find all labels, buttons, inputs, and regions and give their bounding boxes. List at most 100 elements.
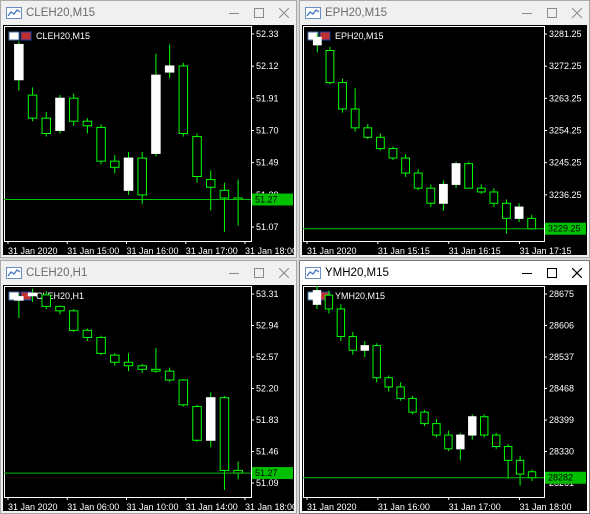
candle-body (27, 292, 38, 297)
close-button[interactable] (564, 1, 589, 25)
chart-area[interactable]: CLEH20,M1552.3352.1251.9151.7051.4951.28… (3, 25, 294, 255)
candle-body (312, 290, 322, 305)
chart-window-icon (6, 6, 22, 20)
candle-body (14, 43, 24, 81)
candle-body (178, 65, 189, 134)
minimize-button[interactable] (514, 1, 539, 25)
candle-body (14, 296, 24, 301)
price-tick-label: 28537 (549, 352, 574, 362)
candle-body (515, 459, 525, 475)
candle-body (324, 294, 334, 310)
window-title: CLEH20,H1 (26, 267, 88, 279)
window-title-bar[interactable]: CLEH20,H1 (1, 261, 296, 285)
maximize-button[interactable] (246, 261, 271, 285)
chart-window-cleh20-h1[interactable]: CLEH20,H1 CLEH20,H1 53.31 52.94 52.57 52.20 5… (0, 260, 297, 514)
candle-body (164, 65, 175, 73)
price-tick-label: 51.70 (256, 126, 279, 136)
chart-window-ymh20-m15[interactable]: YMH20,M15 YMH20,M15 28675 28606 28537 28468 2… (299, 260, 590, 514)
price-tick-label: 3236.25 (549, 190, 582, 200)
candle-body (502, 202, 511, 219)
candlestick-chart[interactable]: EPH20,M15 3281.25 3272.25 3263.25 3254.25 324… (302, 25, 587, 255)
candle-body (110, 354, 120, 363)
candle-body (338, 82, 347, 110)
price-tick-label: 3245.25 (549, 158, 582, 168)
candle-body (96, 126, 106, 162)
candlestick-chart[interactable]: CLEH20,M1552.3352.1251.9151.7051.4951.28… (3, 25, 294, 255)
candlestick-chart[interactable]: YMH20,M15 28675 28606 28537 28468 28399 28330 2… (302, 285, 587, 511)
symbol-label: YMH20,M15 (335, 291, 385, 301)
candle-body (110, 160, 120, 168)
candle-body (480, 416, 489, 436)
candlestick-chart[interactable]: CLEH20,H1 53.3152.9452.5752.2051.8351.465… (3, 285, 294, 511)
price-tick-label: 3263.25 (549, 93, 582, 103)
candle-body (325, 50, 335, 84)
price-tick-label: 28606 (549, 321, 574, 331)
current-price-label: 51.27 (255, 195, 278, 205)
symbol-label: CLEH20,M15 (36, 31, 90, 41)
time-tick-label: 31 Jan 18:00 (245, 246, 294, 255)
candle-body (491, 434, 501, 448)
candle-body (164, 370, 175, 381)
time-tick-label: 31 Jan 15:15 (378, 246, 430, 255)
chart-area[interactable]: EPH20,M15 3281.25 3272.25 3263.25 3254.25 324… (302, 25, 587, 255)
plot-frame (4, 286, 252, 498)
candle-body (439, 183, 448, 204)
close-button[interactable] (271, 1, 296, 25)
minimize-button[interactable] (221, 1, 246, 25)
window-title-bar[interactable]: CLEH20,M15 (1, 1, 296, 25)
candle-body (336, 308, 346, 337)
candle-body (476, 187, 486, 193)
price-tick-label: 28330 (549, 447, 574, 457)
window-title: CLEH20,M15 (26, 7, 96, 19)
time-tick-label: 31 Jan 10:00 (127, 502, 179, 511)
candle-body (350, 108, 360, 129)
price-tick-label: 52.12 (256, 61, 279, 71)
candle-body (408, 397, 417, 413)
chart-window-clEH20-m15[interactable]: CLEH20,M15 CLEH20,M15 52.33 52.12 51.91 51.7… (0, 0, 297, 258)
candle-body (205, 397, 216, 441)
candle-body (420, 411, 429, 425)
candle-body (468, 416, 477, 436)
time-tick-label: 31 Jan 16:15 (449, 246, 501, 255)
price-tick-label: 52.57 (256, 352, 279, 362)
close-button[interactable] (271, 261, 296, 285)
time-tick-label: 31 Jan 2020 (8, 502, 58, 511)
price-tick-label: 51.07 (256, 222, 279, 232)
candle-body (82, 120, 93, 127)
maximize-button[interactable] (246, 1, 271, 25)
candle-body (205, 179, 216, 188)
time-tick-label: 31 Jan 17:15 (520, 246, 572, 255)
flag-icon (8, 31, 20, 41)
maximize-button[interactable] (539, 1, 564, 25)
time-tick-label: 31 Jan 15:00 (67, 246, 119, 255)
window-title-bar[interactable]: YMH20,M15 (300, 261, 589, 285)
price-tick-label: 53.31 (256, 289, 279, 299)
candle-body (82, 329, 93, 338)
close-button[interactable] (564, 261, 589, 285)
candle-body (489, 191, 499, 204)
candle-body (401, 157, 410, 174)
candle-body (41, 117, 52, 135)
current-price-label: 28282 (548, 473, 573, 483)
minimize-button[interactable] (221, 261, 246, 285)
time-tick-label: 31 Jan 2020 (307, 246, 357, 255)
candle-body (312, 36, 322, 46)
window-title-bar[interactable]: EPH20,M15 (300, 1, 589, 25)
candle-body (432, 423, 441, 436)
price-tick-label: 51.46 (256, 447, 279, 457)
price-tick-label: 51.09 (256, 478, 279, 488)
minimize-button[interactable] (514, 261, 539, 285)
time-tick-label: 31 Jan 16:00 (127, 246, 179, 255)
chart-window-eph20-m15[interactable]: EPH20,M15 EPH20,M15 3281.25 3272.25 3263.25… (299, 0, 590, 258)
chart-area[interactable]: CLEH20,H1 53.31 52.94 52.57 52.20 51.83 51.46 5… (3, 285, 294, 511)
chart-window-icon (305, 6, 321, 20)
candle-body (456, 434, 465, 450)
candle-body (363, 127, 373, 138)
time-tick-label: 31 Jan 06:00 (67, 502, 119, 511)
maximize-button[interactable] (539, 261, 564, 285)
candle-body (137, 365, 147, 370)
chart-area[interactable]: YMH20,M15 28675 28606 28537 28468 28399 28330 2… (302, 285, 587, 511)
chart-window-icon (305, 266, 321, 280)
price-tick-label: 52.94 (256, 321, 279, 331)
time-tick-label: 31 Jan 2020 (307, 502, 357, 511)
